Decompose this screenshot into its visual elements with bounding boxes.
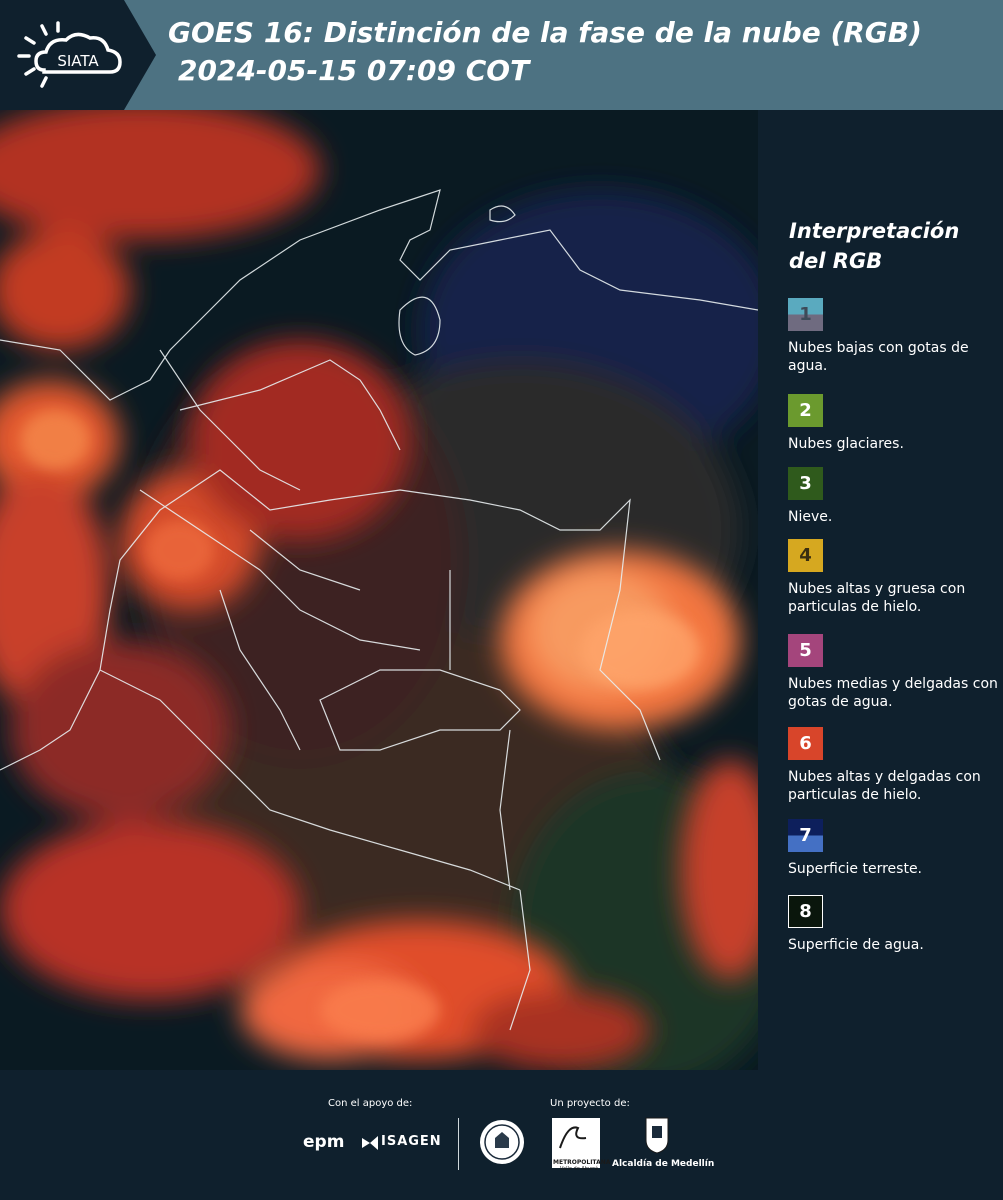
legend-panel: Interpretación del RGB 1 Nubes bajas con… xyxy=(760,110,1003,1070)
satellite-image xyxy=(0,110,758,1070)
legend-item: 2 Nubes glaciares. xyxy=(788,394,1003,453)
siata-logo: SIATA xyxy=(17,21,122,88)
legend-number: 4 xyxy=(799,545,812,566)
legend-item: 6 Nubes altas y delgadas con particulas … xyxy=(788,727,1003,804)
legend-item: 7 Superficie terreste. xyxy=(788,819,1003,878)
legend-swatch: 8 xyxy=(788,895,823,928)
footer-divider xyxy=(458,1118,459,1170)
legend-swatch: 2 xyxy=(788,394,823,427)
legend-swatch: 4 xyxy=(788,539,823,572)
legend-swatch: 6 xyxy=(788,727,823,760)
seal-icon xyxy=(480,1120,524,1164)
legend-label: Nieve. xyxy=(788,509,833,525)
legend-label: Nubes glaciares. xyxy=(788,436,904,452)
legend-label: Superficie terreste. xyxy=(788,861,923,877)
legend-label: Nubes altas y delgadas con particulas de… xyxy=(788,769,981,803)
legend-number: 2 xyxy=(799,400,812,421)
area-label-1: METROPOLITANA xyxy=(553,1159,611,1166)
legend-number: 3 xyxy=(799,473,812,494)
legend-item: 1 Nubes bajas con gotas de agua. xyxy=(788,298,1003,375)
legend-label: Nubes medias y delgadas con gotas de agu… xyxy=(788,676,998,710)
legend-swatch: 5 xyxy=(788,634,823,667)
legend-item: 4 Nubes altas y gruesa con particulas de… xyxy=(788,539,1003,616)
legend-label: Nubes bajas con gotas de agua. xyxy=(788,340,969,374)
legend-number: 7 xyxy=(799,825,812,846)
isagen-logo: ISAGEN xyxy=(381,1134,442,1149)
legend-swatch: 1 xyxy=(788,298,823,331)
page-title: GOES 16: Distinción de la fase de la nub… xyxy=(168,16,922,49)
legend-number: 8 xyxy=(799,901,812,922)
project-label: Un proyecto de: xyxy=(550,1098,630,1109)
area-label-2: Valle de Aburrá xyxy=(560,1166,599,1172)
legend-title: Interpretación del RGB xyxy=(789,219,960,273)
isagen-icon xyxy=(362,1136,378,1150)
alcaldia-label: Alcaldía de Medellín xyxy=(612,1159,715,1169)
siata-logo-text: SIATA xyxy=(57,52,99,70)
legend-label: Nubes altas y gruesa con particulas de h… xyxy=(788,581,966,615)
support-label: Con el apoyo de: xyxy=(328,1098,413,1109)
legend-swatch: 3 xyxy=(788,467,823,500)
legend-item: 8 Superficie de agua. xyxy=(788,895,1003,954)
legend-swatch: 7 xyxy=(788,819,823,852)
satellite-map xyxy=(0,110,758,1070)
legend-label: Superficie de agua. xyxy=(788,937,924,953)
footer: Con el apoyo de: Un proyecto de: epm ISA… xyxy=(0,1070,1003,1200)
epm-logo: epm xyxy=(303,1132,345,1152)
legend-number: 5 xyxy=(799,640,812,661)
legend-number: 6 xyxy=(799,733,812,754)
legend-item: 5 Nubes medias y delgadas con gotas de a… xyxy=(788,634,1003,711)
legend-item: 3 Nieve. xyxy=(788,467,1003,526)
header-bar: SIATA GOES 16: Distinción de la fase de … xyxy=(0,0,1003,110)
page-timestamp: 2024-05-15 07:09 COT xyxy=(178,54,530,87)
legend-number: 1 xyxy=(799,304,812,325)
alcaldia-shield-icon xyxy=(645,1117,669,1154)
